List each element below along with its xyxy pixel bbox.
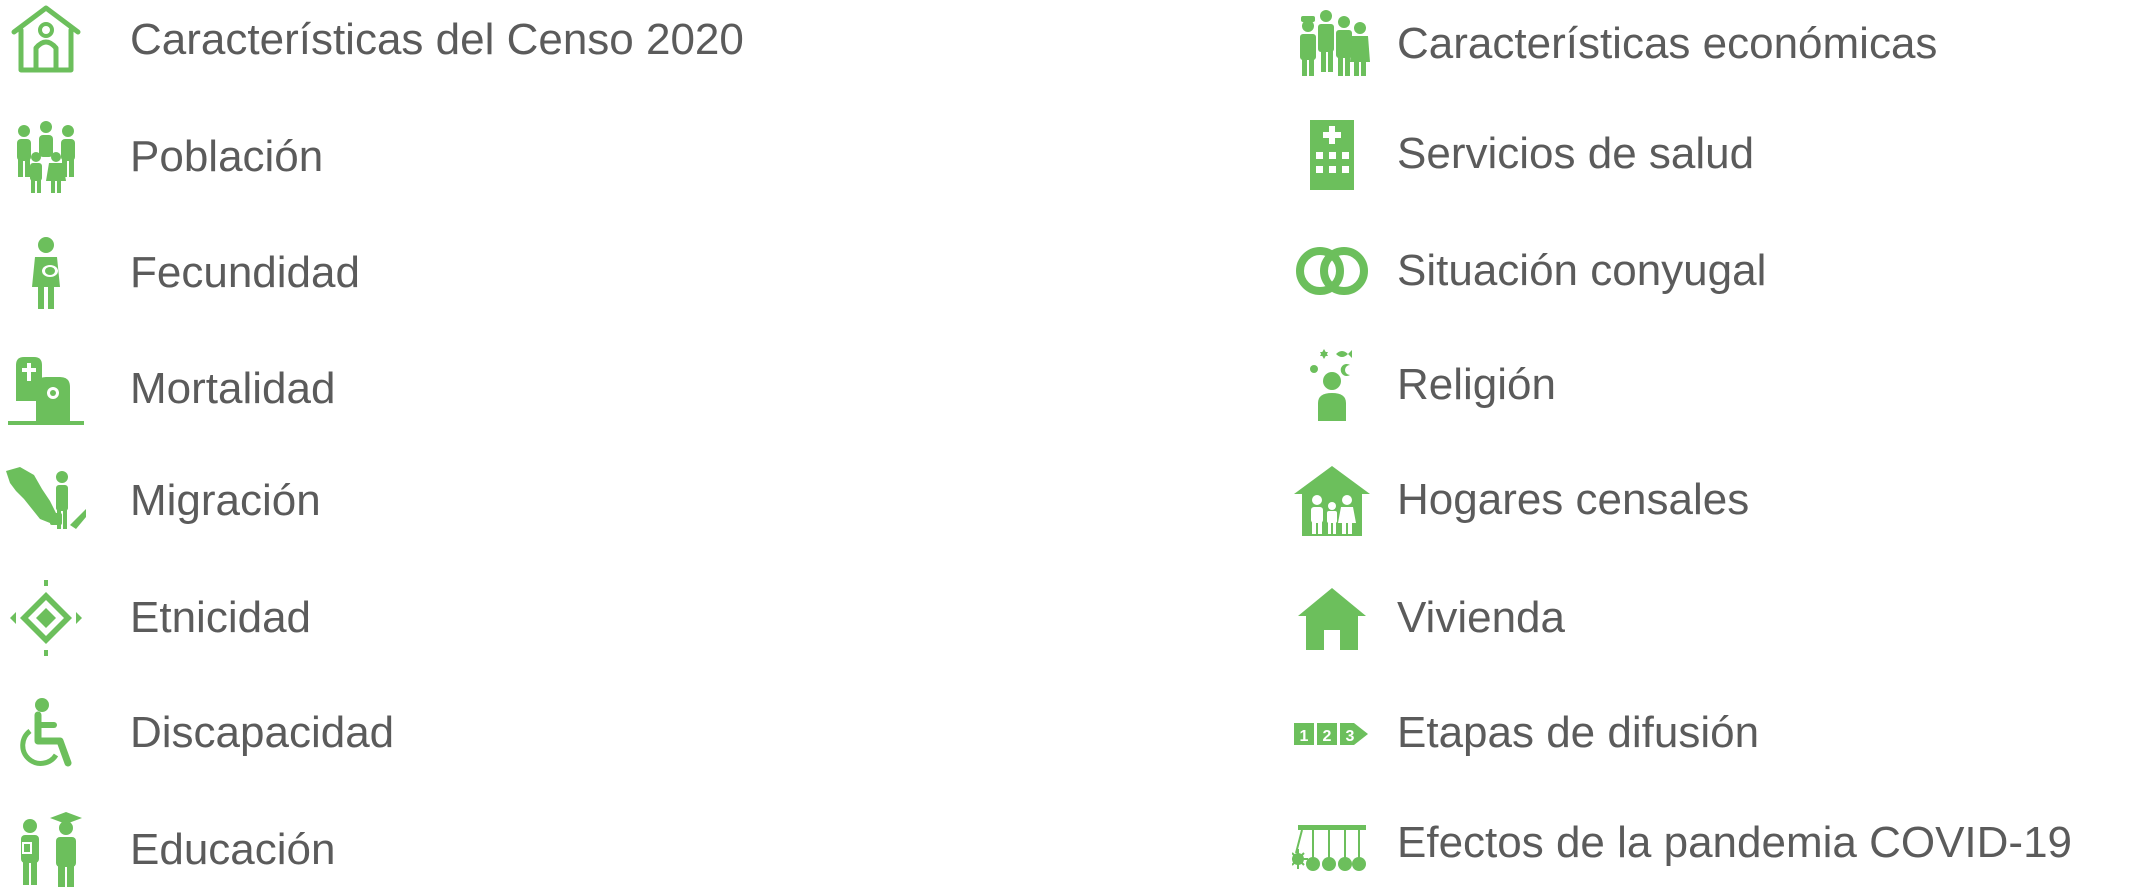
topic-label: Religión (1397, 360, 1556, 409)
religion-person-symbols-icon (1292, 345, 1372, 425)
student-graduate-icon (6, 810, 86, 890)
svg-text:3: 3 (1346, 728, 1355, 745)
topic-label: Población (130, 132, 324, 181)
topic-label: Hogares censales (1397, 475, 1750, 524)
population-group-icon (6, 117, 86, 197)
pandemic-pendulum-icon (1292, 803, 1372, 883)
tombstones-icon (6, 349, 86, 429)
hospital-building-icon (1292, 114, 1372, 194)
topic-label: Vivienda (1397, 593, 1565, 642)
topic-label: Migración (130, 476, 321, 525)
mother-child-icon (6, 233, 86, 313)
topic-label: Etnicidad (130, 593, 312, 642)
topic-label: Características económicas (1397, 19, 1938, 68)
family-house-icon (1292, 460, 1372, 540)
census-topics-menu: Características del Censo 2020 Población (0, 0, 2153, 887)
svg-text:1: 1 (1300, 728, 1309, 745)
topic-label: Educación (130, 825, 336, 874)
census-house-icon (6, 0, 86, 80)
workers-icon (1292, 4, 1372, 84)
topic-label: Fecundidad (130, 248, 360, 297)
stages-123-arrow-icon: 1 2 3 (1292, 693, 1372, 773)
topic-label: Características del Censo 2020 (130, 15, 744, 64)
ethnic-diamond-pattern-icon (6, 578, 86, 658)
topic-label: Etapas de difusión (1397, 708, 1760, 757)
topic-label: Discapacidad (130, 708, 395, 757)
svg-text:2: 2 (1323, 728, 1332, 745)
topic-label: Mortalidad (130, 364, 336, 413)
topic-label: Situación conyugal (1397, 246, 1767, 295)
topic-label: Servicios de salud (1397, 129, 1755, 178)
house-icon (1292, 578, 1372, 658)
wedding-rings-icon (1292, 231, 1372, 311)
topic-label: Efectos de la pandemia COVID-19 (1397, 818, 2073, 867)
wheelchair-icon (6, 693, 86, 773)
mexico-map-person-icon (6, 461, 86, 541)
